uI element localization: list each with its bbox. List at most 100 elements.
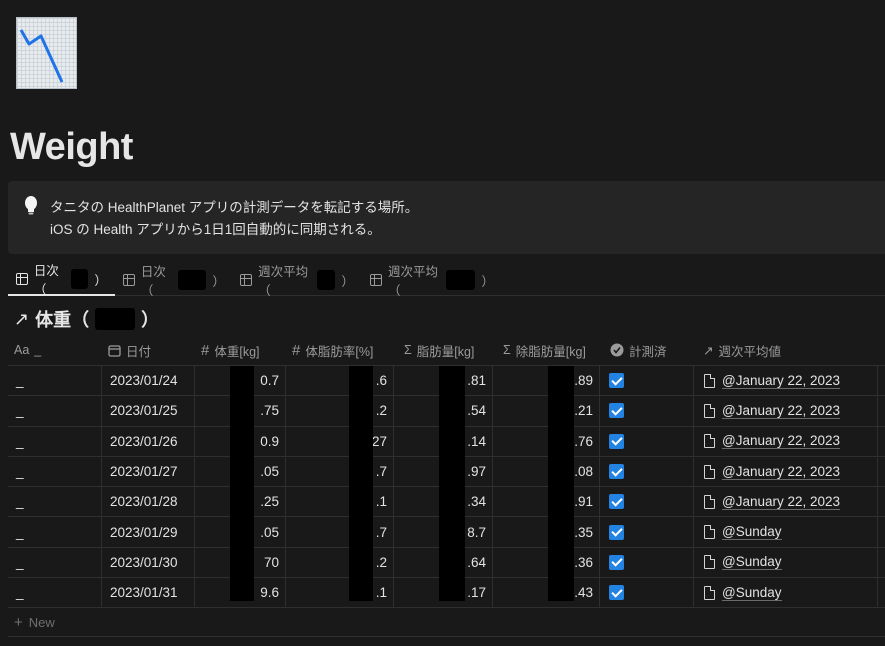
- measured-checkbox[interactable]: [609, 554, 624, 570]
- column-label: 日付: [126, 344, 152, 359]
- cell-lean-mass[interactable]: .35: [493, 517, 600, 547]
- cell-date[interactable]: 2023/01/25: [102, 396, 195, 426]
- relation-link[interactable]: @Sunday: [722, 554, 782, 571]
- cell-weekly-avg[interactable]: @Sunday: [694, 517, 878, 547]
- measured-checkbox[interactable]: [609, 494, 624, 510]
- cell-weekly-avg[interactable]: @January 22, 2023: [694, 426, 878, 456]
- cell-body-fat-pct-text: .6: [375, 373, 387, 389]
- cell-body-fat-pct[interactable]: .1: [286, 487, 394, 517]
- column-header-weight[interactable]: # 体重[kg]: [195, 334, 260, 366]
- cell-measured[interactable]: [600, 426, 694, 456]
- cell-weekly-avg[interactable]: @January 22, 2023: [694, 456, 878, 487]
- cell-name[interactable]: _: [8, 426, 102, 456]
- page-icon: [704, 434, 715, 449]
- relation-link[interactable]: @January 22, 2023: [722, 373, 841, 389]
- relation-link[interactable]: @January 22, 2023: [722, 433, 841, 450]
- cell-date[interactable]: 2023/01/27: [102, 456, 195, 487]
- cell-date[interactable]: 2023/01/29: [102, 517, 195, 547]
- relation-link[interactable]: @Sunday: [722, 524, 782, 541]
- tab-daily-1[interactable]: 日次（ ）: [8, 264, 115, 297]
- cell-weight-text: .05: [260, 464, 279, 480]
- relation-link[interactable]: @Sunday: [722, 585, 782, 601]
- cell-date-text: 2023/01/25: [110, 403, 178, 419]
- cell-weekly-avg[interactable]: @January 22, 2023: [694, 366, 878, 396]
- cell-lean-mass[interactable]: .36: [493, 547, 600, 578]
- cell-date[interactable]: 2023/01/31: [102, 578, 195, 608]
- cell-weekly-avg[interactable]: @January 22, 2023: [694, 487, 878, 517]
- redacted-column: [349, 366, 373, 601]
- cell-name[interactable]: _: [8, 487, 102, 517]
- cell-body-fat-pct-text: .2: [375, 403, 387, 419]
- cell-measured[interactable]: [600, 578, 694, 608]
- relation-link[interactable]: @January 22, 2023: [722, 494, 841, 510]
- cell-name[interactable]: _: [8, 396, 102, 426]
- column-header-fat-mass[interactable]: Σ 脂肪量[kg]: [398, 334, 474, 366]
- column-header-date[interactable]: 日付: [102, 334, 151, 366]
- relation-type-icon: ↗: [703, 343, 714, 358]
- cell-measured[interactable]: [600, 366, 694, 396]
- column-label: 脂肪量[kg]: [416, 344, 475, 359]
- cell-date[interactable]: 2023/01/28: [102, 487, 195, 517]
- column-header-weekly-avg[interactable]: ↗ 週次平均値: [697, 334, 781, 366]
- cell-weekly-avg[interactable]: @Sunday: [694, 578, 878, 608]
- tab-label-close: ）: [212, 274, 225, 289]
- table-bottom-divider: [8, 636, 885, 637]
- redacted-column: [548, 366, 574, 601]
- cell-body-fat-pct[interactable]: .1: [286, 578, 394, 608]
- cell-name[interactable]: _: [8, 547, 102, 578]
- cell-measured[interactable]: [600, 396, 694, 426]
- cell-name-text: _: [16, 524, 24, 540]
- relation-link[interactable]: @January 22, 2023: [722, 464, 841, 480]
- cell-measured[interactable]: [600, 547, 694, 578]
- cell-measured[interactable]: [600, 487, 694, 517]
- measured-checkbox[interactable]: [609, 524, 624, 540]
- measured-checkbox[interactable]: [609, 585, 624, 601]
- cell-lean-mass[interactable]: .21: [493, 396, 600, 426]
- measured-checkbox[interactable]: [609, 433, 624, 449]
- column-header-measured[interactable]: 計測済: [604, 334, 667, 366]
- tab-weekly-1[interactable]: 週次平均（ ）: [232, 264, 362, 298]
- cell-body-fat-pct[interactable]: .6: [286, 366, 394, 396]
- cell-date[interactable]: 2023/01/26: [102, 426, 195, 456]
- cell-body-fat-pct[interactable]: .2: [286, 396, 394, 426]
- cell-name[interactable]: _: [8, 456, 102, 487]
- page-title[interactable]: Weight: [10, 126, 133, 169]
- cell-body-fat-pct[interactable]: 27: [286, 426, 394, 456]
- cell-lean-mass[interactable]: .89: [493, 366, 600, 396]
- column-header-name[interactable]: Aa _: [8, 334, 41, 366]
- cell-measured[interactable]: [600, 517, 694, 547]
- cell-measured[interactable]: [600, 456, 694, 487]
- cell-lean-mass[interactable]: .76: [493, 426, 600, 456]
- cell-lean-mass[interactable]: .43: [493, 578, 600, 608]
- cell-fat-mass-text: .17: [467, 585, 486, 601]
- cell-weekly-avg[interactable]: @January 22, 2023: [694, 396, 878, 426]
- column-header-lean-mass[interactable]: Σ 除脂肪量[kg]: [497, 334, 586, 366]
- cell-body-fat-pct[interactable]: .7: [286, 456, 394, 487]
- cell-body-fat-pct[interactable]: .7: [286, 517, 394, 547]
- new-row-button[interactable]: + New: [14, 614, 55, 631]
- cell-name[interactable]: _: [8, 517, 102, 547]
- cell-name[interactable]: _: [8, 578, 102, 608]
- measured-checkbox[interactable]: [609, 403, 624, 419]
- cell-fat-mass-text: 8.7: [467, 524, 486, 540]
- callout-block[interactable]: タニタの HealthPlanet アプリの計測データを転記する場所。 iOS …: [8, 181, 885, 254]
- cell-lean-mass[interactable]: .08: [493, 456, 600, 487]
- cell-date[interactable]: 2023/01/24: [102, 366, 195, 396]
- page-icon: [704, 373, 715, 388]
- tab-daily-2[interactable]: 日次（ ）: [115, 264, 233, 298]
- cell-body-fat-pct[interactable]: .2: [286, 547, 394, 578]
- cell-weekly-avg[interactable]: @Sunday: [694, 547, 878, 578]
- cell-lean-mass[interactable]: .91: [493, 487, 600, 517]
- relation-link[interactable]: @January 22, 2023: [722, 403, 841, 419]
- database-title[interactable]: ↗ 体重（ ）: [14, 306, 159, 332]
- column-header-body-fat-pct[interactable]: # 体脂肪率[%]: [286, 334, 373, 366]
- measured-checkbox[interactable]: [609, 464, 624, 480]
- page-icon-chart[interactable]: [16, 17, 77, 89]
- cell-date-text: 2023/01/26: [110, 433, 178, 449]
- table-icon: [16, 273, 28, 285]
- cell-name[interactable]: _: [8, 366, 102, 396]
- measured-checkbox[interactable]: [609, 373, 624, 389]
- column-label: 除脂肪量[kg]: [515, 344, 586, 359]
- cell-date[interactable]: 2023/01/30: [102, 547, 195, 578]
- tab-weekly-2[interactable]: 週次平均（ ）: [362, 264, 502, 298]
